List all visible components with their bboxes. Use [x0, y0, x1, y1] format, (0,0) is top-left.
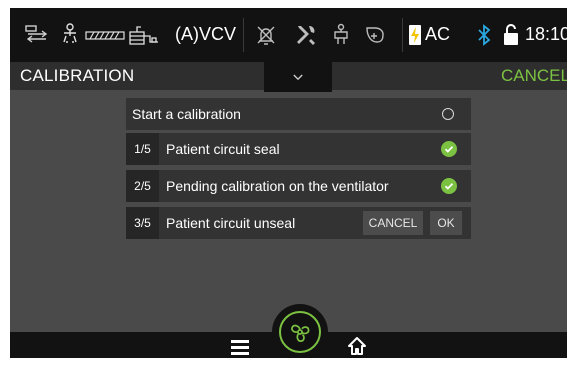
check-icon — [441, 178, 457, 194]
check-icon — [441, 141, 457, 157]
ventilator-screen: (A)VCV AC 18:10 CALIBRATION CANCEL Start… — [10, 8, 567, 358]
start-calibration-label: Start a calibration — [132, 106, 241, 122]
chevron-down-icon — [293, 74, 303, 80]
gas-exchange-icon — [24, 22, 50, 48]
title-bar: CALIBRATION CANCEL — [10, 62, 567, 92]
status-divider — [243, 18, 244, 52]
calibration-step-row: 1/5 Patient circuit seal — [126, 133, 471, 165]
ventilation-mode: (A)VCV — [175, 24, 237, 44]
calibration-step-row: 2/5 Pending calibration on the ventilato… — [126, 170, 471, 202]
page-title: CALIBRATION — [20, 66, 135, 85]
status-bar: (A)VCV AC 18:10 — [10, 8, 567, 62]
collapse-tab[interactable] — [264, 62, 332, 92]
battery-charging-icon — [408, 22, 422, 48]
step-number: 1/5 — [126, 133, 159, 165]
start-calibration-row[interactable]: Start a calibration — [126, 98, 471, 130]
bluetooth-icon — [474, 22, 494, 48]
status-divider — [402, 18, 403, 52]
fan-icon — [279, 311, 321, 353]
home-icon[interactable] — [347, 336, 367, 356]
step-number: 3/5 — [126, 207, 159, 239]
power-source: AC — [425, 24, 451, 44]
header-cancel-button[interactable]: CANCEL — [501, 66, 567, 86]
start-calibration-radio[interactable] — [442, 108, 454, 120]
menu-icon[interactable] — [231, 340, 249, 355]
alarm-muted-icon — [253, 22, 279, 48]
nebulizer-icon — [128, 22, 162, 48]
patient-connection-icon — [328, 22, 354, 48]
fan-button[interactable] — [272, 304, 328, 358]
tools-icon — [293, 22, 319, 48]
step-number: 2/5 — [126, 170, 159, 202]
humidifier-filter-icon — [84, 22, 128, 48]
mask-icon — [362, 22, 388, 48]
calibration-step-row: 3/5 Patient circuit unseal CANCEL OK — [126, 207, 471, 239]
step-label: Pending calibration on the ventilator — [166, 178, 389, 194]
step-ok-button[interactable]: OK — [430, 211, 462, 235]
step-cancel-button[interactable]: CANCEL — [363, 211, 423, 235]
patient-icon — [57, 22, 83, 48]
clock: 18:10 — [525, 24, 567, 44]
step-label: Patient circuit seal — [166, 141, 280, 157]
unlocked-icon[interactable] — [501, 22, 521, 48]
step-label: Patient circuit unseal — [166, 215, 296, 231]
